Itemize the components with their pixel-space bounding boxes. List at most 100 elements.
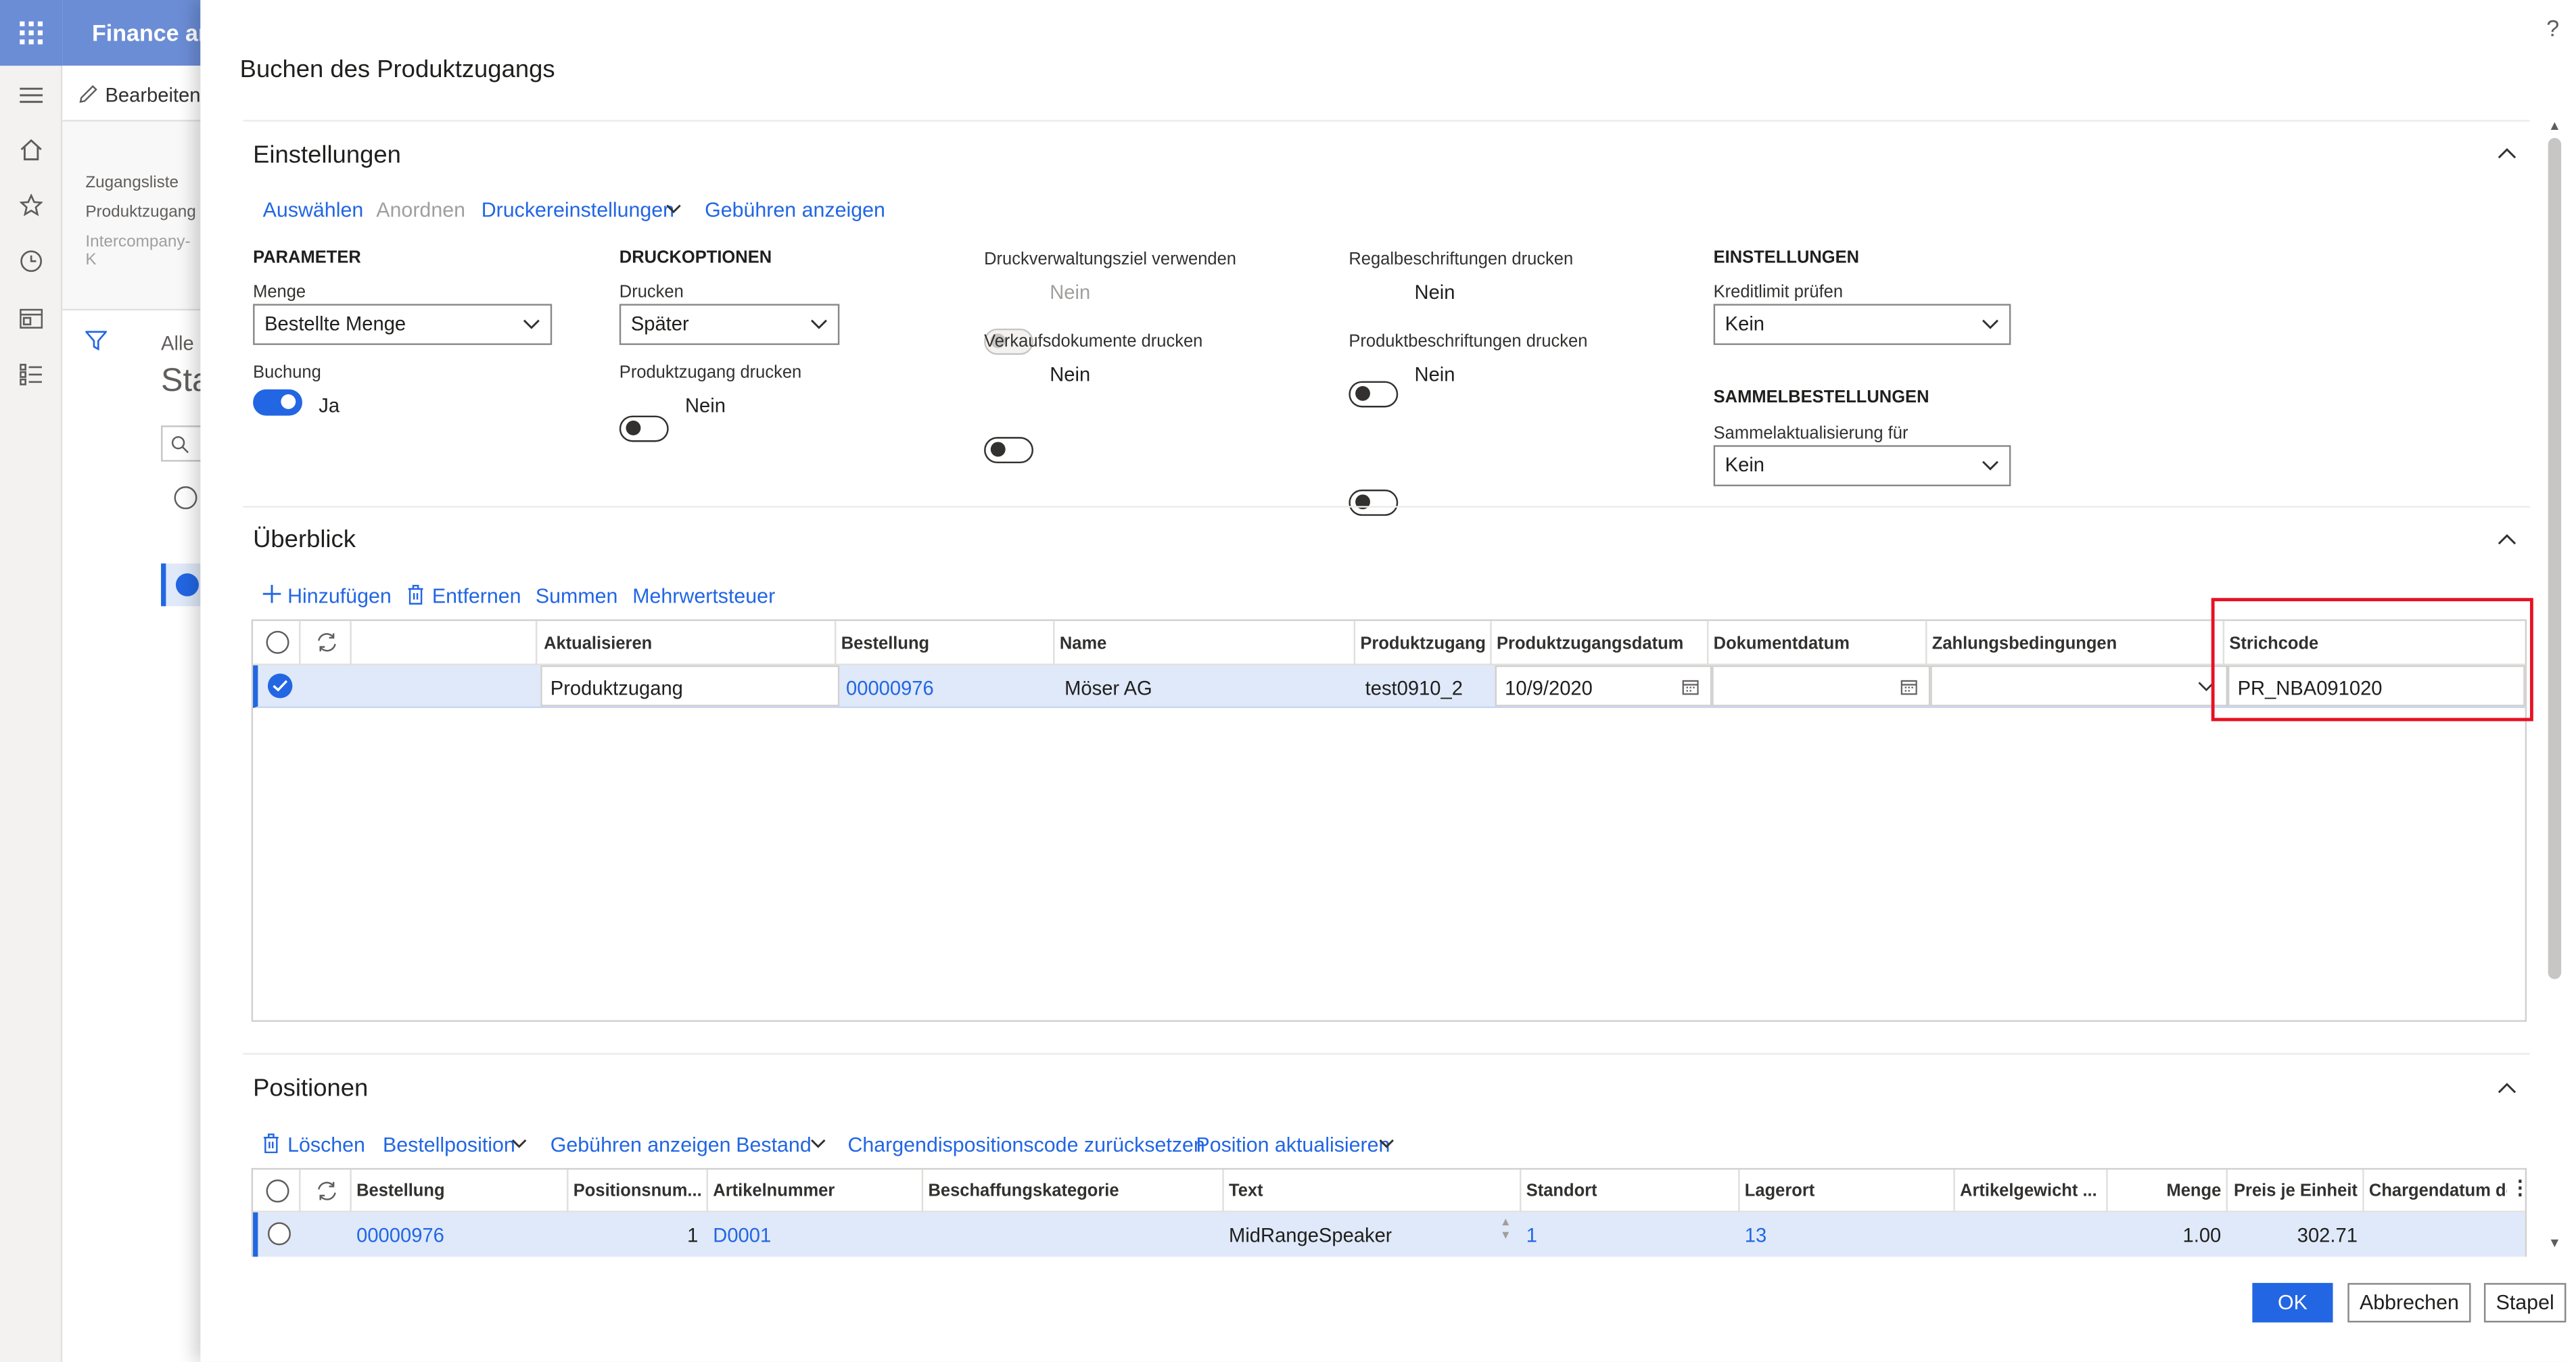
produktzugang-drucken-toggle[interactable]: [619, 415, 669, 442]
pos-col-header-text[interactable]: Text: [1229, 1181, 1263, 1201]
section-title-einstellungen[interactable]: Einstellungen: [253, 141, 401, 169]
scrollbar-thumb[interactable]: [2548, 138, 2562, 979]
sammelbestellungen-header: SAMMELBESTELLUNGEN: [1713, 388, 1929, 408]
pos-col-header-positionsnummer[interactable]: Positionsnum...: [573, 1181, 701, 1201]
section-title-ueberblick[interactable]: Überblick: [253, 525, 356, 553]
divider: [243, 1053, 2530, 1055]
positions-show-fees-button[interactable]: Gebühren anzeigen: [551, 1133, 731, 1156]
update-line-button[interactable]: Position aktualisieren: [1196, 1133, 1390, 1156]
dialog-scrollbar[interactable]: ▲ ▼: [2543, 115, 2566, 1255]
stock-button[interactable]: Bestand: [736, 1133, 811, 1156]
filter-icon[interactable]: [85, 330, 107, 352]
kreditlimit-select[interactable]: Kein: [1713, 304, 2011, 346]
home-icon[interactable]: [15, 133, 48, 166]
pos-col-header-lagerort[interactable]: Lagerort: [1745, 1181, 1814, 1201]
col-header-aktualisieren[interactable]: Aktualisieren: [544, 634, 652, 654]
produktbeschriftungen-toggle[interactable]: [1349, 489, 1399, 516]
pos-preis-cell: 302.71: [2297, 1223, 2358, 1247]
col-header-zahlungsbedingungen[interactable]: Zahlungsbedingungen: [1932, 634, 2117, 654]
chevron-down-icon: [511, 1139, 527, 1148]
pos-text-cell[interactable]: MidRangeSpeaker: [1229, 1224, 1392, 1247]
scroll-up-arrow-icon[interactable]: ▲: [2548, 118, 2561, 133]
positions-select-all-circle[interactable]: [266, 1179, 289, 1203]
row-selected-checkmark-icon[interactable]: [267, 673, 293, 699]
app-launcher-button[interactable]: [0, 0, 63, 66]
sammelaktualisierung-select[interactable]: Kein: [1713, 445, 2011, 487]
scroll-down-arrow-icon[interactable]: ▼: [2548, 1236, 2561, 1250]
pos-col-header-bestellung[interactable]: Bestellung: [356, 1181, 444, 1201]
workspaces-icon[interactable]: [15, 302, 48, 335]
pos-lagerort-link[interactable]: 13: [1745, 1224, 1766, 1247]
pos-col-header-menge[interactable]: Menge: [2106, 1181, 2221, 1201]
refresh-icon[interactable]: [315, 631, 338, 654]
ok-button[interactable]: OK: [2252, 1283, 2333, 1323]
background-select-all-circle[interactable]: [174, 486, 197, 510]
dokumentdatum-field[interactable]: [1712, 665, 1931, 707]
favorites-star-icon[interactable]: [15, 189, 48, 222]
edit-button[interactable]: Bearbeiten: [105, 84, 200, 107]
select-all-circle[interactable]: [266, 630, 289, 654]
produktzugang-cell[interactable]: test0910_2: [1365, 677, 1463, 700]
delete-button[interactable]: Löschen: [287, 1133, 365, 1156]
batch-button[interactable]: Stapel: [2483, 1283, 2567, 1323]
arrange-button[interactable]: Anordnen: [376, 199, 465, 222]
regalbeschriftungen-toggle[interactable]: [1349, 381, 1399, 408]
col-header-produktzugangsdatum[interactable]: Produktzugangsdatum: [1497, 634, 1683, 654]
pos-col-header-standort[interactable]: Standort: [1526, 1181, 1597, 1201]
recent-clock-icon[interactable]: [15, 245, 48, 278]
trash-icon: [263, 1133, 279, 1154]
modules-list-icon[interactable]: [15, 358, 48, 392]
collapse-chevron-up-icon[interactable]: [2497, 146, 2516, 159]
pos-col-header-preis[interactable]: Preis je Einheit: [2226, 1181, 2358, 1201]
remove-button[interactable]: Entfernen: [432, 585, 521, 608]
collapse-chevron-up-icon[interactable]: [2497, 532, 2516, 545]
nav-link-intercompany[interactable]: Intercompany-K: [85, 233, 200, 269]
collapse-chevron-up-icon[interactable]: [2497, 1081, 2516, 1094]
verkaufsdokumente-toggle[interactable]: [984, 437, 1033, 464]
vat-button[interactable]: Mehrwertsteuer: [632, 585, 775, 608]
col-header-bestellung[interactable]: Bestellung: [841, 634, 929, 654]
pos-col-header-chargendatum[interactable]: Chargendatum de: [2369, 1181, 2507, 1201]
pos-col-header-artikelgewicht[interactable]: Artikelgewicht ...: [1960, 1181, 2101, 1201]
pos-positionsnummer-cell: 1: [687, 1223, 699, 1247]
section-title-positionen[interactable]: Positionen: [253, 1075, 368, 1102]
add-button[interactable]: Hinzufügen: [287, 585, 392, 608]
buchung-toggle[interactable]: [253, 389, 302, 416]
refresh-icon[interactable]: [315, 1179, 338, 1202]
overview-table-row[interactable]: Produktzugang 00000976 Möser AG test0910…: [253, 665, 2525, 708]
col-header-dokumentdatum[interactable]: Dokumentdatum: [1714, 634, 1850, 654]
bestellung-link[interactable]: 00000976: [846, 677, 934, 700]
show-fees-button[interactable]: Gebühren anzeigen: [705, 199, 885, 222]
aktualisieren-cell[interactable]: Produktzugang: [540, 665, 840, 707]
pos-col-header-artikelnummer[interactable]: Artikelnummer: [713, 1181, 835, 1201]
col-header-name[interactable]: Name: [1060, 634, 1106, 654]
select-button[interactable]: Auswählen: [263, 199, 364, 222]
totals-button[interactable]: Summen: [536, 585, 618, 608]
einstellungen-header: EINSTELLUNGEN: [1713, 248, 1860, 268]
col-header-produktzugang[interactable]: Produktzugang: [1360, 634, 1486, 654]
positions-table-row[interactable]: 00000976 1 D0001 MidRangeSpeaker ▲ ▼ 1 13…: [253, 1212, 2525, 1257]
nav-link-zugangsliste[interactable]: Zugangsliste: [85, 174, 179, 192]
cancel-button[interactable]: Abbrechen: [2347, 1283, 2471, 1323]
zahlungsbedingungen-select[interactable]: [1930, 665, 2228, 707]
calendar-icon[interactable]: [1682, 678, 1699, 695]
drucken-label: Drucken: [619, 282, 684, 302]
text-stepper-icon[interactable]: ▲ ▼: [1500, 1217, 1512, 1244]
calendar-icon[interactable]: [1900, 678, 1917, 695]
menge-select[interactable]: Bestellte Menge: [253, 304, 553, 346]
reset-batch-disposition-button[interactable]: Chargendispositionscode zurücksetzen: [847, 1133, 1204, 1156]
drucken-select[interactable]: Später: [619, 304, 840, 346]
pos-standort-link[interactable]: 1: [1526, 1224, 1537, 1247]
row-select-circle[interactable]: [267, 1222, 291, 1246]
hamburger-menu-icon[interactable]: [15, 79, 48, 112]
nav-link-produktzugang[interactable]: Produktzugang: [85, 204, 195, 222]
background-selected-row[interactable]: [161, 563, 201, 607]
printer-settings-button[interactable]: Druckereinstellungen: [482, 199, 674, 222]
produktzugangsdatum-field[interactable]: 10/9/2020: [1495, 665, 1712, 707]
pos-bestellung-link[interactable]: 00000976: [356, 1224, 444, 1247]
help-button[interactable]: ?: [2546, 15, 2559, 41]
pos-col-header-beschaffungskategorie[interactable]: Beschaffungskategorie: [928, 1181, 1119, 1201]
more-options-icon[interactable]: ⋮: [2510, 1176, 2530, 1199]
order-line-button[interactable]: Bestellposition: [383, 1133, 515, 1156]
pos-artikelnummer-link[interactable]: D0001: [713, 1224, 771, 1247]
